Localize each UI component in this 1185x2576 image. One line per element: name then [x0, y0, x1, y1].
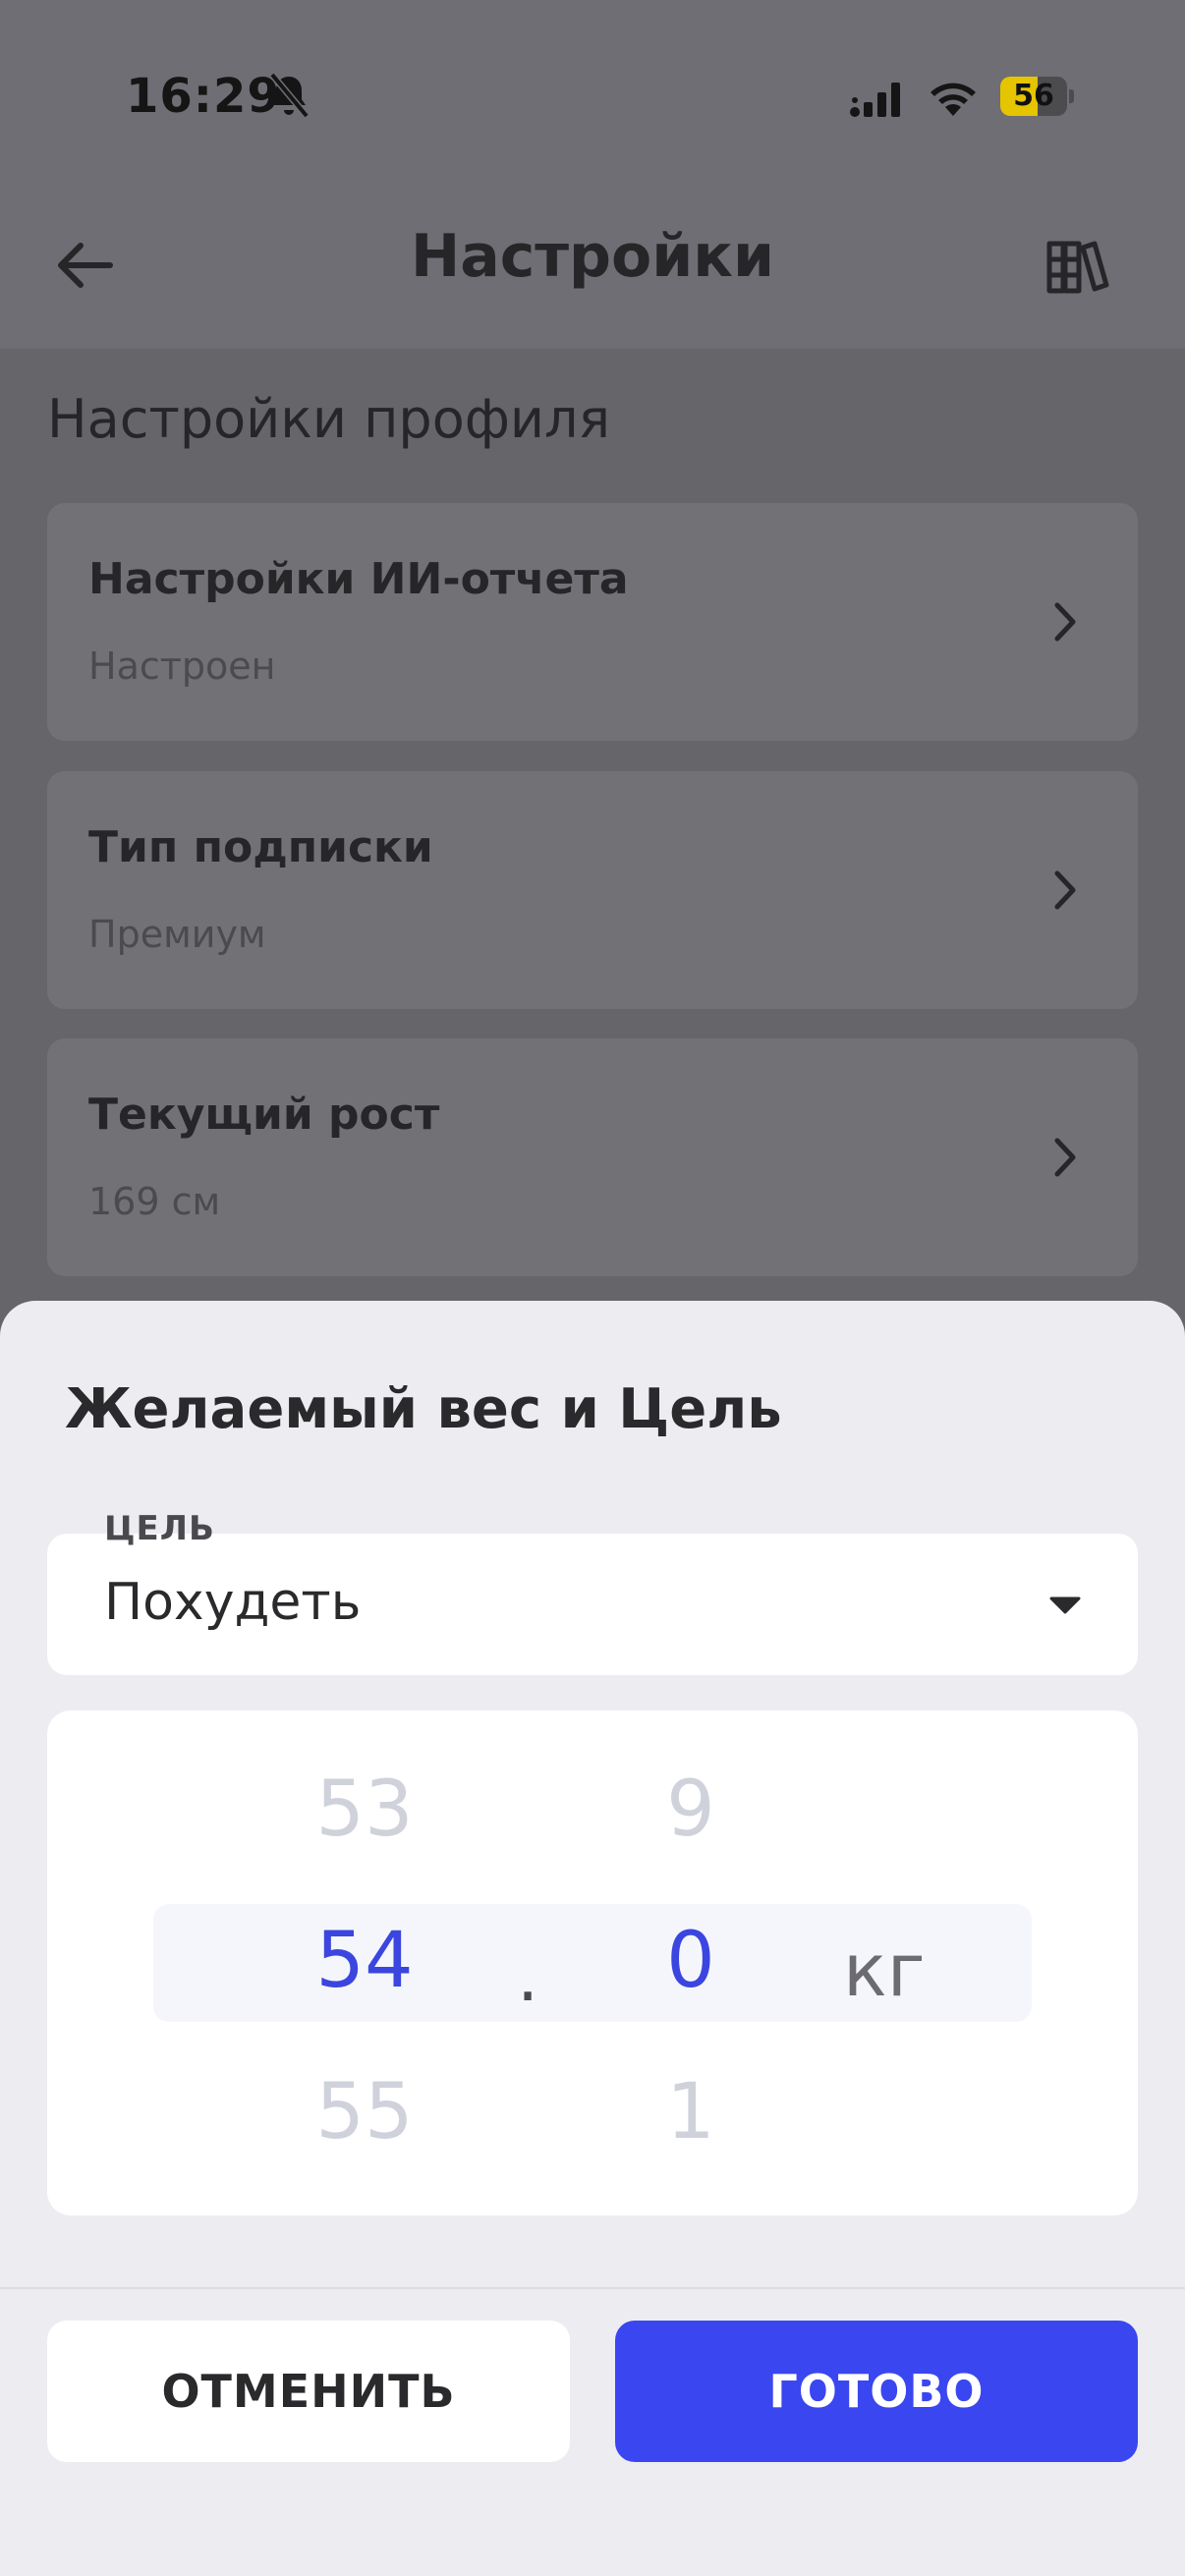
decimal-separator: .: [517, 1936, 539, 2017]
card-current-height[interactable]: Текущий рост 169 см: [47, 1038, 1138, 1276]
divider: [0, 2287, 1185, 2289]
kg-wheel-next[interactable]: 55: [266, 2068, 463, 2156]
card-subtitle: Премиум: [88, 913, 266, 956]
chevron-right-icon: [1054, 1138, 1076, 1177]
chevron-right-icon: [1054, 602, 1076, 642]
battery-percent: 56: [1013, 79, 1054, 113]
section-title: Настройки профиля: [47, 388, 611, 450]
card-ai-report-settings[interactable]: Настройки ИИ-отчета Настроен: [47, 503, 1138, 741]
muted-bell-icon: [269, 72, 310, 119]
status-time: 16:29: [126, 69, 281, 124]
goal-label: ЦЕЛЬ: [104, 1509, 215, 1548]
weight-picker[interactable]: 53 54 55 . 9 0 1 кг: [47, 1710, 1138, 2215]
cancel-button[interactable]: ОТМЕНИТЬ: [47, 2321, 570, 2462]
battery-icon: 56: [1000, 77, 1075, 116]
goal-dropdown[interactable]: Похудеть: [47, 1534, 1138, 1675]
unit-label: кг: [843, 1929, 926, 2013]
card-title: Текущий рост: [88, 1090, 440, 1140]
card-subtitle: Настроен: [88, 644, 276, 688]
done-button[interactable]: ГОТОВО: [615, 2321, 1138, 2462]
bottom-sheet: Желаемый вес и Цель Похудеть ЦЕЛЬ 53 54 …: [0, 1301, 1185, 2576]
chevron-right-icon: [1054, 870, 1076, 910]
decimal-wheel-next[interactable]: 1: [592, 2068, 789, 2156]
cellular-signal-icon: [850, 83, 900, 117]
page-title: Настройки: [410, 222, 775, 291]
card-title: Настройки ИИ-отчета: [88, 554, 629, 604]
decimal-wheel-prev[interactable]: 9: [592, 1765, 789, 1854]
goal-selected-value: Похудеть: [104, 1573, 362, 1632]
card-subscription-type[interactable]: Тип подписки Премиум: [47, 771, 1138, 1009]
wifi-icon: [931, 83, 976, 116]
card-title: Тип подписки: [88, 822, 433, 872]
caret-down-icon: [1049, 1596, 1081, 1614]
kg-wheel-selected[interactable]: 54: [266, 1917, 463, 2005]
status-bar: 16:29 56: [0, 0, 1185, 196]
decimal-wheel-selected[interactable]: 0: [592, 1917, 789, 2005]
card-subtitle: 169 см: [88, 1180, 221, 1223]
sheet-title: Желаемый вес и Цель: [65, 1377, 782, 1441]
library-books-icon[interactable]: [1044, 234, 1112, 297]
kg-wheel-prev[interactable]: 53: [266, 1765, 463, 1854]
